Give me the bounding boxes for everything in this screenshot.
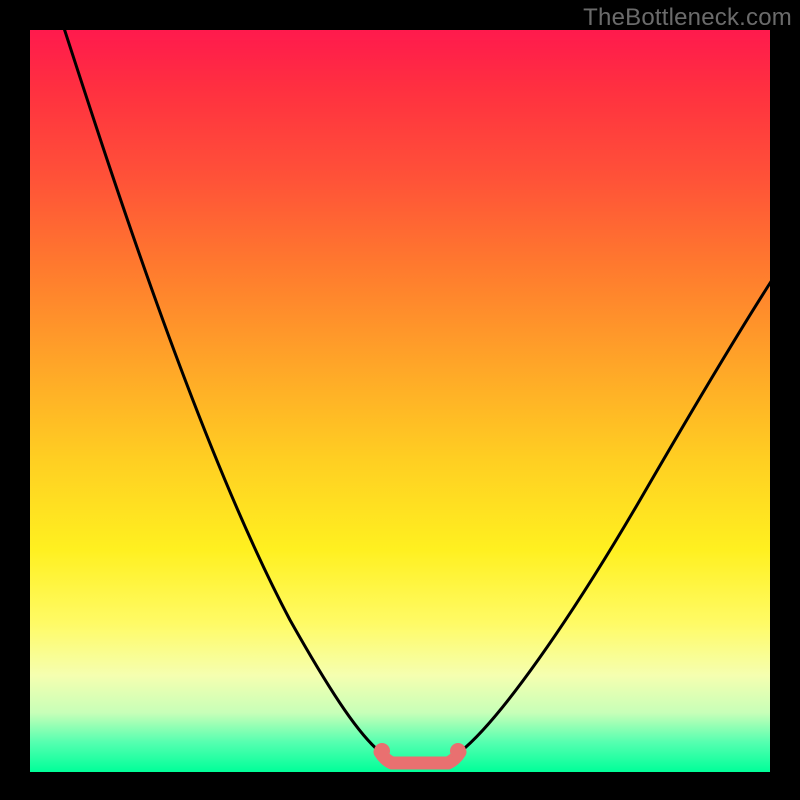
marker-right [450,743,466,759]
marker-left [374,743,390,759]
plot-area [30,30,770,772]
curve-left-branch [63,25,380,752]
bottleneck-curve [30,30,770,772]
curve-bottom-highlight [380,752,460,763]
watermark-text: TheBottleneck.com [583,4,792,32]
curve-right-branch [460,280,772,752]
chart-frame: TheBottleneck.com [0,0,800,800]
